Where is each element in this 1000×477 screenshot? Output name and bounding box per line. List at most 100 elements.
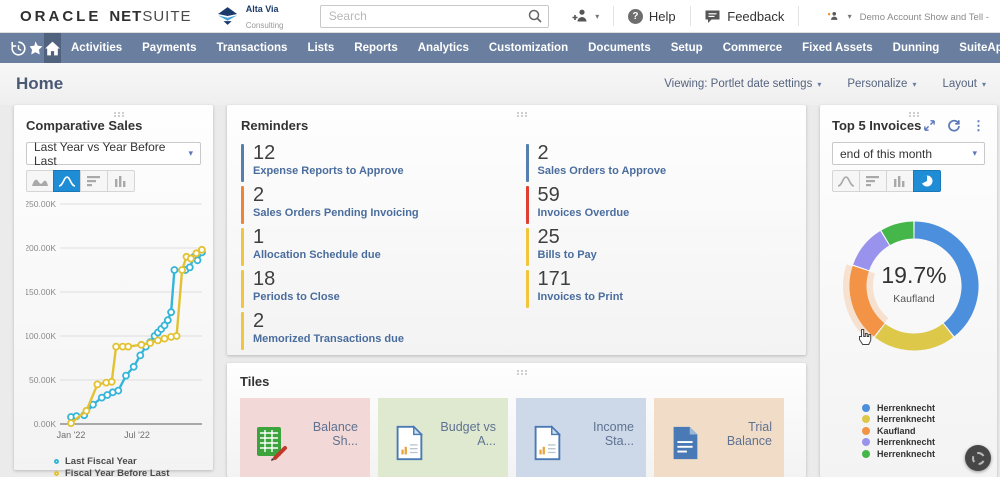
nav-item-dunning[interactable]: Dunning <box>883 33 950 63</box>
viewing-portlet-date-settings-menu[interactable]: Viewing: Portlet date settings ▾ <box>664 78 821 90</box>
reminder-label[interactable]: Invoices to Print <box>538 291 624 303</box>
nav-item-fixed-assets[interactable]: Fixed Assets <box>792 33 883 63</box>
horizontal-bar-chart-button[interactable] <box>859 170 887 192</box>
line-chart-button[interactable] <box>53 170 81 192</box>
reminder-item[interactable]: 2 Memorized Transactions due <box>241 310 508 352</box>
reminder-color-bar <box>241 270 244 308</box>
svg-text:100.00K: 100.00K <box>26 331 56 341</box>
tile-income-statement[interactable]: Income Sta... <box>516 398 646 477</box>
nav-item-activities[interactable]: Activities <box>61 33 132 63</box>
tile-label: Balance Sh... <box>312 420 358 448</box>
page-title: Home <box>16 74 64 93</box>
pie-chart-icon <box>921 175 933 187</box>
legend-item[interactable]: Herrenknecht <box>862 402 985 414</box>
reminder-label[interactable]: Bills to Pay <box>538 249 597 261</box>
home-tab[interactable] <box>44 33 61 63</box>
screen-record-overlay-button[interactable] <box>965 445 991 471</box>
recent-records-button[interactable] <box>10 33 27 63</box>
drag-handle[interactable] <box>516 370 519 372</box>
legend-item[interactable]: Kaufland <box>862 425 985 437</box>
column-chart-button[interactable] <box>886 170 914 192</box>
tile-trial-balance[interactable]: Trial Balance <box>654 398 784 477</box>
reminder-item[interactable]: 2 Sales Orders to Approve <box>525 142 793 184</box>
reminder-label[interactable]: Periods to Close <box>253 291 340 303</box>
mouse-hand-cursor <box>859 329 872 345</box>
comparative-sales-period-select[interactable]: Last Year vs Year Before Last ▾ <box>26 140 201 168</box>
reminder-label[interactable]: Invoices Overdue <box>538 207 630 219</box>
tile-balance-sheet[interactable]: Balance Sh... <box>240 398 370 477</box>
reminder-count: 59 <box>537 184 560 206</box>
create-new-menu[interactable]: ▾ <box>571 8 599 24</box>
line-chart-button[interactable] <box>832 170 860 192</box>
netsuite-wordmark: NETSUITE <box>109 7 192 25</box>
reminder-count: 18 <box>253 268 276 290</box>
horizontal-bar-chart-icon <box>87 176 100 187</box>
personalize-menu[interactable]: Personalize ▾ <box>847 78 916 90</box>
balance-sheet-icon <box>257 427 287 461</box>
reminder-label[interactable]: Expense Reports to Approve <box>253 165 404 177</box>
pie-chart-button[interactable] <box>913 170 941 192</box>
nav-item-suiteapps[interactable]: SuiteApps <box>949 33 1000 63</box>
reminder-label[interactable]: Sales Orders Pending Invoicing <box>253 207 419 219</box>
reminder-item[interactable]: 25 Bills to Pay <box>525 226 793 268</box>
series-marker <box>54 470 59 476</box>
sales-chart-legend: Last Fiscal Year Fiscal Year Before Last <box>54 455 201 477</box>
report-doc-icon <box>534 425 562 461</box>
portlet-menu-icon[interactable]: ⋮ <box>972 119 985 132</box>
reminder-item[interactable]: 59 Invoices Overdue <box>525 184 793 226</box>
refresh-icon[interactable] <box>947 119 961 133</box>
search-icon[interactable] <box>527 8 543 24</box>
help-button[interactable]: ? Help <box>627 8 676 24</box>
svg-text:250.00K: 250.00K <box>26 200 56 209</box>
nav-item-setup[interactable]: Setup <box>661 33 713 63</box>
column-chart-button[interactable] <box>107 170 135 192</box>
reminder-item[interactable]: 18 Periods to Close <box>241 268 508 310</box>
top5-period-select[interactable]: end of this month ▾ <box>832 142 985 165</box>
tile-label: Income Sta... <box>593 420 634 448</box>
reminders-portlet: Reminders 12 Expense Reports to Approve 2… <box>227 105 806 355</box>
nav-item-lists[interactable]: Lists <box>297 33 344 63</box>
area-chart-button[interactable] <box>26 170 54 192</box>
nav-item-reports[interactable]: Reports <box>344 33 407 63</box>
legend-item[interactable]: Herrenknecht <box>862 414 985 426</box>
caret-down-icon: ▾ <box>188 148 193 158</box>
drag-handle[interactable] <box>516 112 519 114</box>
reminder-item[interactable]: 2 Sales Orders Pending Invoicing <box>241 184 508 226</box>
tile-budget-vs-actual[interactable]: Budget vs A... <box>378 398 508 477</box>
layout-menu[interactable]: Layout ▾ <box>942 78 986 90</box>
horizontal-bar-chart-button[interactable] <box>80 170 108 192</box>
expand-icon[interactable] <box>923 119 936 132</box>
main-nav: Activities Payments Transactions Lists R… <box>0 33 1000 63</box>
nav-item-payments[interactable]: Payments <box>132 33 206 63</box>
area-chart-icon <box>32 179 48 186</box>
drag-handle[interactable] <box>908 112 911 114</box>
nav-item-documents[interactable]: Documents <box>578 33 661 63</box>
reminder-item[interactable]: 171 Invoices to Print <box>525 268 793 310</box>
alta-via-logo: Alta Via Consulting <box>214 0 306 32</box>
reminder-item[interactable]: 12 Expense Reports to Approve <box>241 142 508 184</box>
reminder-label[interactable]: Sales Orders to Approve <box>538 165 667 177</box>
comparative-sales-chart[interactable]: 0.00K 50.00K 100.00K 150.00K 200.00K 250.00K J… <box>24 199 208 448</box>
nav-item-commerce[interactable]: Commerce <box>713 33 792 63</box>
series-marker <box>862 415 870 424</box>
portlet-title: Comparative Sales <box>26 118 143 133</box>
top5-donut-chart[interactable] <box>826 206 1000 376</box>
tile-label: Budget vs A... <box>440 420 496 448</box>
report-doc-icon <box>396 425 424 461</box>
search-input[interactable] <box>319 4 550 28</box>
legend-item[interactable]: Herrenknecht <box>862 437 985 449</box>
nav-item-customization[interactable]: Customization <box>479 33 578 63</box>
comparative-sales-portlet: Comparative Sales Last Year vs Year Befo… <box>14 105 213 477</box>
shortcuts-button[interactable] <box>27 33 44 63</box>
recents-clock-icon <box>11 40 26 56</box>
reminder-label[interactable]: Memorized Transactions due <box>253 333 404 345</box>
feedback-button[interactable]: Feedback <box>704 9 784 24</box>
nav-item-analytics[interactable]: Analytics <box>408 33 479 63</box>
svg-text:Jul '22: Jul '22 <box>124 430 150 440</box>
nav-item-transactions[interactable]: Transactions <box>206 33 297 63</box>
drag-handle[interactable] <box>113 112 116 114</box>
reminder-item[interactable]: 1 Allocation Schedule due <box>241 226 508 268</box>
reminder-label[interactable]: Allocation Schedule due <box>253 249 381 261</box>
reminder-count: 1 <box>253 226 265 248</box>
oracle-netsuite-logo[interactable]: ORACLE NETSUITE <box>20 8 192 25</box>
